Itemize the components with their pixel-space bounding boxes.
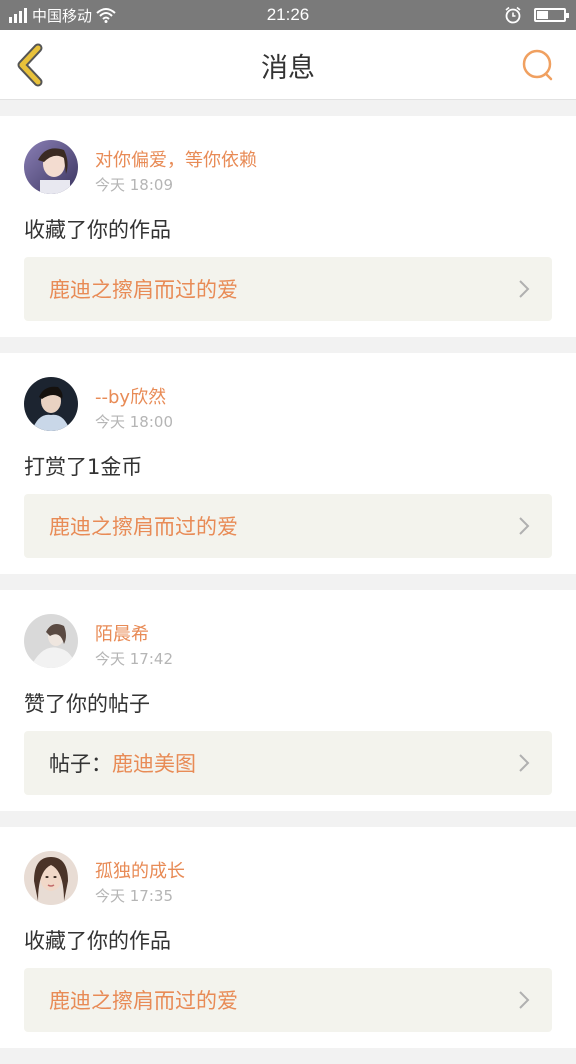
- user-name[interactable]: --by欣然: [95, 383, 166, 409]
- user-name[interactable]: 孤独的成长: [95, 857, 185, 883]
- avatar[interactable]: [24, 851, 78, 905]
- action-text: 收藏了你的作品: [24, 218, 171, 242]
- avatar[interactable]: [24, 614, 78, 668]
- chevron-right-icon: [519, 754, 530, 772]
- notification-list: 对你偏爱，等你依赖 今天 18:09 收藏了你的作品 鹿迪之擦肩而过的爱 --b…: [0, 116, 576, 1064]
- target-text: 鹿迪之擦肩而过的爱: [49, 494, 238, 558]
- notification-card: --by欣然 今天 18:00 打赏了1金币 鹿迪之擦肩而过的爱: [0, 353, 576, 574]
- target-link[interactable]: 鹿迪之擦肩而过的爱: [24, 494, 552, 558]
- target-link[interactable]: 鹿迪之擦肩而过的爱: [24, 968, 552, 1032]
- alarm-icon: [505, 6, 521, 24]
- page-title: 消息: [261, 52, 315, 84]
- timestamp: 今天 17:42: [95, 650, 173, 668]
- target-prefix: 帖子：: [49, 752, 112, 776]
- nav-bar: 消息: [0, 30, 576, 100]
- notification-card: 对你偏爱，等你依赖 今天 18:09 收藏了你的作品 鹿迪之擦肩而过的爱: [0, 116, 576, 337]
- action-text: 打赏了1金币: [24, 455, 143, 479]
- avatar[interactable]: [24, 140, 78, 194]
- action-text: 收藏了你的作品: [24, 929, 171, 953]
- target-title: 鹿迪美图: [112, 752, 196, 776]
- target-title: 鹿迪之擦肩而过的爱: [49, 278, 238, 302]
- notification-card: 陌晨希 今天 17:42 赞了你的帖子 帖子： 鹿迪美图: [0, 590, 576, 811]
- target-link[interactable]: 帖子： 鹿迪美图: [24, 731, 552, 795]
- target-text: 鹿迪之擦肩而过的爱: [49, 968, 238, 1032]
- target-title: 鹿迪之擦肩而过的爱: [49, 989, 238, 1013]
- target-text: 鹿迪之擦肩而过的爱: [49, 257, 238, 321]
- status-right: [504, 0, 569, 30]
- timestamp: 今天 17:35: [95, 887, 173, 905]
- target-title: 鹿迪之擦肩而过的爱: [49, 515, 238, 539]
- target-text: 帖子： 鹿迪美图: [49, 731, 196, 795]
- status-bar: 中国移动 21:26: [0, 0, 576, 30]
- notification-card: 孤独的成长 今天 17:35 收藏了你的作品 鹿迪之擦肩而过的爱: [0, 827, 576, 1048]
- user-name[interactable]: 对你偏爱，等你依赖: [95, 146, 257, 172]
- timestamp: 今天 18:00: [95, 413, 173, 431]
- chevron-right-icon: [519, 280, 530, 298]
- timestamp: 今天 18:09: [95, 176, 173, 194]
- chevron-right-icon: [519, 991, 530, 1009]
- status-time: 21:26: [266, 5, 310, 24]
- target-link[interactable]: 鹿迪之擦肩而过的爱: [24, 257, 552, 321]
- battery-icon: [534, 8, 569, 22]
- search-icon[interactable]: [520, 47, 556, 83]
- user-name[interactable]: 陌晨希: [95, 620, 149, 646]
- chevron-right-icon: [519, 517, 530, 535]
- avatar[interactable]: [24, 377, 78, 431]
- battery-level: [537, 11, 549, 19]
- action-text: 赞了你的帖子: [24, 692, 150, 716]
